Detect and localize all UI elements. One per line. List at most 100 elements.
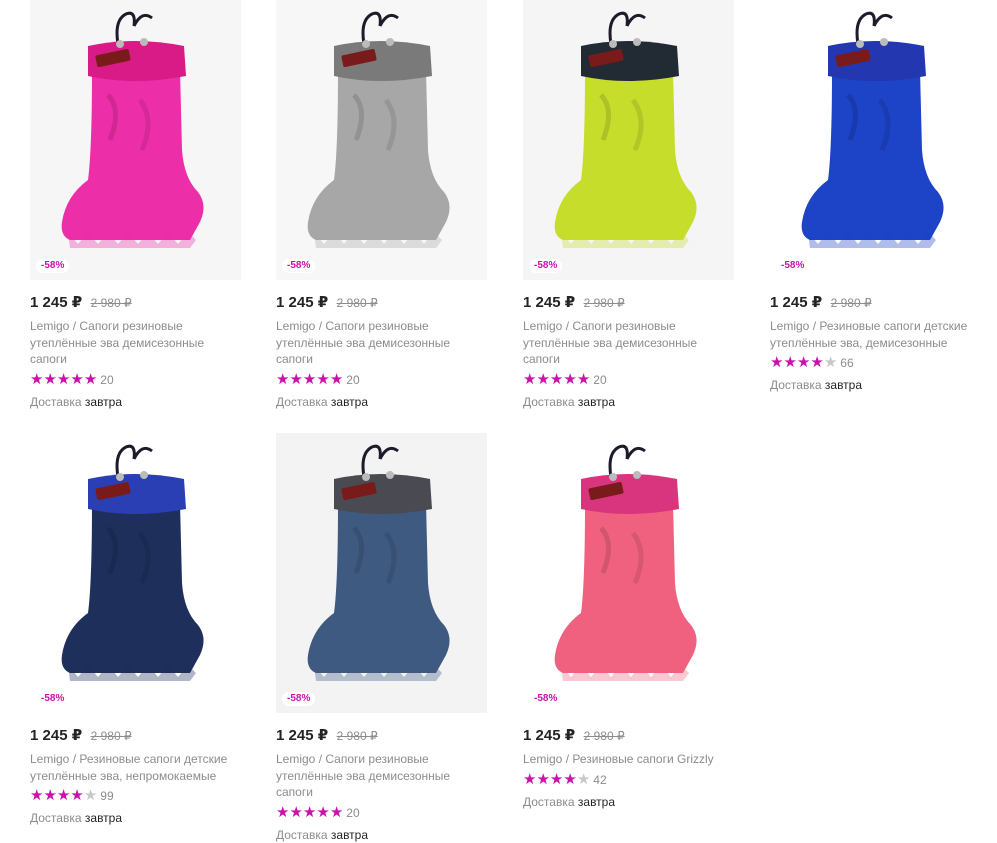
product-image[interactable]: -58% (30, 433, 241, 713)
product-image[interactable]: -58% (30, 0, 241, 280)
star-icon: ★ (316, 370, 330, 388)
delivery-value: завтра (84, 811, 123, 825)
product-card-6[interactable]: -58% 1 245 ₽ 2 980 ₽ Lemigo / Сапоги рез… (276, 433, 487, 843)
delivery-info: Доставка завтра (770, 377, 981, 393)
delivery-info: Доставка завтра (523, 394, 734, 410)
rating: ★★★★★ 20 (30, 370, 241, 388)
star-icon: ★ (276, 803, 290, 821)
discount-badge: -58% (776, 259, 810, 273)
product-card-2[interactable]: -58% 1 245 ₽ 2 980 ₽ Lemigo / Сапоги рез… (276, 0, 487, 410)
rating: ★★★★★ 20 (276, 370, 487, 388)
price-row: 1 245 ₽ 2 980 ₽ (523, 293, 734, 312)
star-icon: ★ (289, 803, 303, 821)
review-count[interactable]: 20 (346, 806, 359, 820)
rating-stars: ★★★★★ (30, 370, 98, 388)
star-icon: ★ (536, 370, 550, 388)
star-icon: ★ (302, 803, 317, 821)
product-title[interactable]: Lemigo / Сапоги резиновые утеплённые эва… (523, 318, 728, 368)
star-icon: ★ (810, 354, 824, 371)
old-price: 2 980 ₽ (336, 296, 378, 310)
rating: ★★★★★ 20 (276, 803, 487, 821)
review-count[interactable]: 66 (840, 356, 853, 370)
review-count[interactable]: 20 (346, 373, 359, 387)
star-icon: ★ (56, 370, 71, 388)
star-icon: ★ (329, 370, 344, 388)
product-title[interactable]: Lemigo / Сапоги резиновые утеплённые эва… (30, 318, 235, 368)
delivery-label: Доставка (276, 394, 328, 409)
delivery-value: завтра (824, 378, 863, 392)
delivery-label: Доставка (30, 394, 82, 409)
discount-badge: -58% (529, 692, 563, 706)
old-price: 2 980 ₽ (583, 296, 625, 310)
price-row: 1 245 ₽ 2 980 ₽ (276, 726, 487, 745)
star-icon: ★ (83, 787, 98, 804)
price: 1 245 ₽ (523, 727, 576, 744)
discount-badge: -58% (36, 259, 70, 273)
delivery-info: Доставка завтра (30, 394, 241, 410)
product-title[interactable]: Lemigo / Резиновые сапоги детские утеплё… (30, 751, 235, 784)
star-icon: ★ (523, 370, 537, 388)
delivery-label: Доставка (30, 811, 82, 825)
discount-badge: -58% (36, 692, 70, 706)
star-icon: ★ (563, 770, 577, 788)
delivery-value: завтра (330, 827, 369, 842)
discount-badge: -58% (282, 692, 316, 706)
old-price: 2 980 ₽ (336, 729, 378, 743)
product-card-5[interactable]: -58% 1 245 ₽ 2 980 ₽ Lemigo / Резиновые … (30, 433, 241, 826)
delivery-label: Доставка (276, 827, 328, 842)
delivery-info: Доставка завтра (523, 794, 734, 810)
rating-stars: ★★★★★ (276, 370, 344, 388)
star-icon: ★ (549, 370, 564, 388)
boot-image (523, 0, 734, 280)
star-icon: ★ (83, 370, 98, 388)
star-icon: ★ (70, 787, 84, 804)
boot-image (30, 433, 241, 713)
product-image[interactable]: -58% (276, 0, 487, 280)
review-count[interactable]: 42 (593, 773, 606, 787)
boot-image (770, 0, 981, 280)
delivery-info: Доставка завтра (30, 810, 241, 826)
price: 1 245 ₽ (30, 727, 83, 744)
rating-stars: ★★★★★ (30, 787, 98, 804)
price-row: 1 245 ₽ 2 980 ₽ (30, 726, 241, 745)
product-title[interactable]: Lemigo / Сапоги резиновые утеплённые эва… (276, 751, 481, 801)
product-card-3[interactable]: -58% 1 245 ₽ 2 980 ₽ Lemigo / Сапоги рез… (523, 0, 734, 410)
product-image[interactable]: -58% (523, 0, 734, 280)
boot-image (276, 0, 487, 280)
price: 1 245 ₽ (276, 294, 329, 311)
star-icon: ★ (302, 370, 317, 388)
star-icon: ★ (43, 370, 57, 388)
price-row: 1 245 ₽ 2 980 ₽ (770, 293, 981, 312)
product-card-1[interactable]: -58% 1 245 ₽ 2 980 ₽ Lemigo / Сапоги рез… (30, 0, 241, 410)
rating-stars: ★★★★★ (523, 770, 590, 788)
product-title[interactable]: Lemigo / Резиновые сапоги Grizzly (523, 751, 728, 768)
product-image[interactable]: -58% (523, 433, 734, 713)
rating: ★★★★★ 66 (770, 355, 981, 371)
review-count[interactable]: 20 (593, 373, 606, 387)
star-icon: ★ (30, 370, 44, 388)
star-icon: ★ (316, 803, 330, 821)
product-image[interactable]: -58% (770, 0, 981, 280)
star-icon: ★ (276, 370, 290, 388)
review-count[interactable]: 20 (100, 373, 113, 387)
boot-image (276, 433, 487, 713)
product-image[interactable]: -58% (276, 433, 487, 713)
product-title[interactable]: Lemigo / Сапоги резиновые утеплённые эва… (276, 318, 481, 368)
old-price: 2 980 ₽ (90, 296, 132, 310)
product-card-4[interactable]: -58% 1 245 ₽ 2 980 ₽ Lemigo / Резиновые … (770, 0, 981, 393)
price: 1 245 ₽ (30, 294, 83, 311)
old-price: 2 980 ₽ (830, 296, 872, 310)
product-title[interactable]: Lemigo / Резиновые сапоги детские утеплё… (770, 318, 975, 351)
discount-badge: -58% (282, 259, 316, 273)
price: 1 245 ₽ (523, 294, 576, 311)
boot-image (30, 0, 241, 280)
star-icon: ★ (43, 787, 57, 804)
delivery-label: Доставка (523, 394, 575, 409)
delivery-value: завтра (330, 394, 369, 409)
product-card-7[interactable]: -58% 1 245 ₽ 2 980 ₽ Lemigo / Резиновые … (523, 433, 734, 810)
price-row: 1 245 ₽ 2 980 ₽ (276, 293, 487, 312)
rating: ★★★★★ 42 (523, 770, 734, 788)
review-count[interactable]: 99 (100, 789, 113, 803)
old-price: 2 980 ₽ (583, 729, 625, 743)
delivery-value: завтра (84, 394, 123, 409)
